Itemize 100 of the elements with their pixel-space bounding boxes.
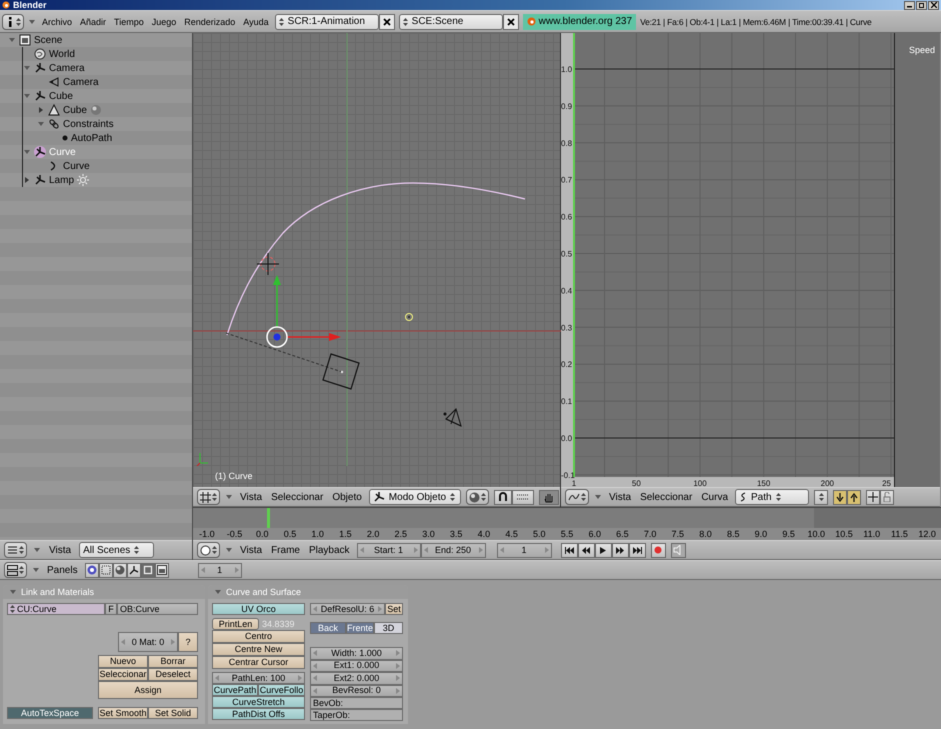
audio-button[interactable] — [670, 542, 686, 558]
help-button[interactable]: ? — [178, 632, 198, 652]
menu-item[interactable]: Seleccionar — [638, 492, 694, 502]
toggle-button[interactable]: CurvePath — [212, 684, 258, 696]
centre-button[interactable]: Centro — [212, 630, 305, 643]
outliner-item[interactable]: AutoPath — [71, 132, 112, 144]
snap-button[interactable] — [866, 490, 880, 504]
material-button[interactable]: Nuevo — [98, 655, 148, 668]
editor-type-button[interactable] — [197, 542, 220, 558]
rewind-button[interactable] — [578, 542, 595, 558]
3d-viewport[interactable]: (1) Curve — [193, 33, 560, 487]
expand-arrow-icon[interactable] — [37, 106, 45, 114]
fill-mode-button[interactable]: Back — [310, 622, 346, 634]
fast-forward-button[interactable] — [612, 542, 629, 558]
pivot-button[interactable] — [494, 490, 512, 504]
channel-name[interactable]: Speed — [908, 45, 935, 55]
menu-item[interactable]: Curva — [699, 492, 730, 502]
jump-start-button[interactable] — [560, 542, 578, 558]
lock-button[interactable] — [880, 490, 894, 504]
screen-selector[interactable]: SCR:1-Animation — [274, 14, 379, 30]
centre-button[interactable]: Centre New — [212, 643, 305, 656]
resolution-field[interactable]: DefResolU: 6 — [310, 603, 385, 615]
delete-scene-button[interactable] — [502, 14, 519, 30]
delete-screen-button[interactable] — [378, 14, 395, 30]
fill-mode-button[interactable]: 3D — [374, 622, 403, 634]
record-button[interactable] — [650, 542, 666, 558]
menu-item[interactable]: Frame — [269, 544, 302, 556]
menu-item[interactable]: Playback — [306, 544, 352, 556]
toggle-button[interactable]: UV Orco — [212, 603, 305, 615]
context-tab[interactable] — [126, 562, 141, 578]
scene-selector[interactable]: SCE:Scene — [398, 14, 503, 30]
toggle-button[interactable]: CurveStretch — [212, 696, 305, 708]
mode-dropdown[interactable]: Modo Objeto — [368, 489, 461, 505]
menu-item[interactable]: Vista — [607, 492, 634, 502]
shading-button[interactable]: Set Smooth — [98, 707, 148, 719]
number-field[interactable]: Ext1: 0.000 — [310, 660, 403, 672]
minimize-button[interactable] — [904, 0, 915, 10]
menu-item[interactable]: Vista — [238, 492, 264, 502]
set-button[interactable]: Set — [385, 603, 403, 615]
editor-type-button[interactable] — [565, 489, 589, 505]
hand-button[interactable] — [538, 490, 559, 504]
number-field[interactable]: Ext2: 0.000 — [310, 672, 403, 684]
menu-item[interactable]: Ayuda — [241, 16, 271, 26]
object-name-field[interactable]: OB:Curve — [117, 603, 198, 615]
menu-item[interactable]: Vista — [47, 544, 74, 556]
restore-button[interactable] — [916, 0, 927, 10]
end-frame-field[interactable]: End: 250 — [420, 542, 486, 558]
expand-arrow-icon[interactable] — [8, 36, 16, 44]
menu-item[interactable]: Vista — [238, 544, 264, 556]
editor-type-button[interactable] — [197, 489, 220, 505]
shading-button[interactable]: Set Solid — [148, 707, 198, 719]
start-frame-field[interactable]: Start: 1 — [356, 542, 421, 558]
move-up-button[interactable] — [847, 490, 862, 504]
toggle-button[interactable]: PathDist Offs — [212, 708, 305, 720]
centre-button[interactable]: Centrar Cursor — [212, 656, 305, 669]
material-button[interactable]: Borrar — [148, 655, 198, 668]
outliner-item[interactable]: Curve — [63, 160, 90, 172]
outliner-item[interactable]: Cube — [63, 104, 87, 116]
close-button[interactable] — [928, 0, 939, 10]
play-button[interactable] — [594, 542, 612, 558]
fill-mode-button[interactable]: Frente — [346, 622, 374, 634]
move-down-button[interactable] — [833, 490, 848, 504]
context-tab[interactable] — [84, 562, 99, 578]
bevel-object-field[interactable]: BevOb: — [310, 697, 403, 709]
outliner-item[interactable]: Constraints — [63, 118, 114, 130]
curve-name-field[interactable]: CU:Curve — [7, 603, 105, 615]
website-link[interactable]: www.blender.org 237 — [522, 14, 636, 30]
fake-user-button[interactable]: F — [105, 603, 117, 615]
menu-item[interactable]: Juego — [150, 16, 178, 26]
outliner-item[interactable]: Scene — [34, 34, 62, 46]
material-button[interactable]: Seleccionar — [98, 668, 148, 681]
expand-arrow-icon[interactable] — [23, 64, 31, 72]
editor-type-button[interactable] — [4, 542, 27, 558]
assign-button[interactable]: Assign — [98, 681, 198, 699]
expand-arrow-icon[interactable] — [23, 176, 31, 184]
context-tab[interactable] — [98, 562, 113, 578]
frame-field[interactable]: 1 — [198, 562, 242, 578]
outliner-item[interactable]: Camera — [49, 62, 85, 74]
material-button[interactable]: Deselect — [148, 668, 198, 681]
number-field[interactable]: BevResol: 0 — [310, 684, 403, 697]
outliner-item[interactable]: Lamp — [49, 174, 74, 186]
ipo-type-dropdown[interactable]: Path — [735, 489, 810, 505]
outliner-item[interactable]: World — [49, 48, 75, 60]
context-tab[interactable] — [154, 562, 169, 578]
current-frame-field[interactable]: 1 — [496, 542, 552, 558]
outliner-item[interactable]: Camera — [63, 76, 99, 88]
menu-item[interactable]: Panels — [45, 564, 80, 576]
menu-item[interactable]: Tiempo — [112, 16, 146, 26]
jump-end-button[interactable] — [628, 542, 646, 558]
menu-item[interactable]: Seleccionar — [269, 492, 326, 502]
menu-item[interactable]: Renderizado — [182, 16, 238, 26]
toggle-button[interactable]: CurveFollo — [258, 684, 305, 696]
material-index-field[interactable]: 0 Mat: 0 — [118, 632, 178, 652]
print-length-button[interactable]: PrintLen — [212, 618, 259, 630]
menu-item[interactable]: Archivo — [40, 16, 74, 26]
scope-dropdown[interactable]: All Scenes — [79, 542, 154, 558]
shading-dropdown[interactable] — [466, 489, 489, 505]
outliner-item[interactable]: Cube — [49, 90, 73, 102]
menu-item[interactable]: Añadir — [78, 16, 108, 26]
expand-arrow-icon[interactable] — [23, 92, 31, 100]
